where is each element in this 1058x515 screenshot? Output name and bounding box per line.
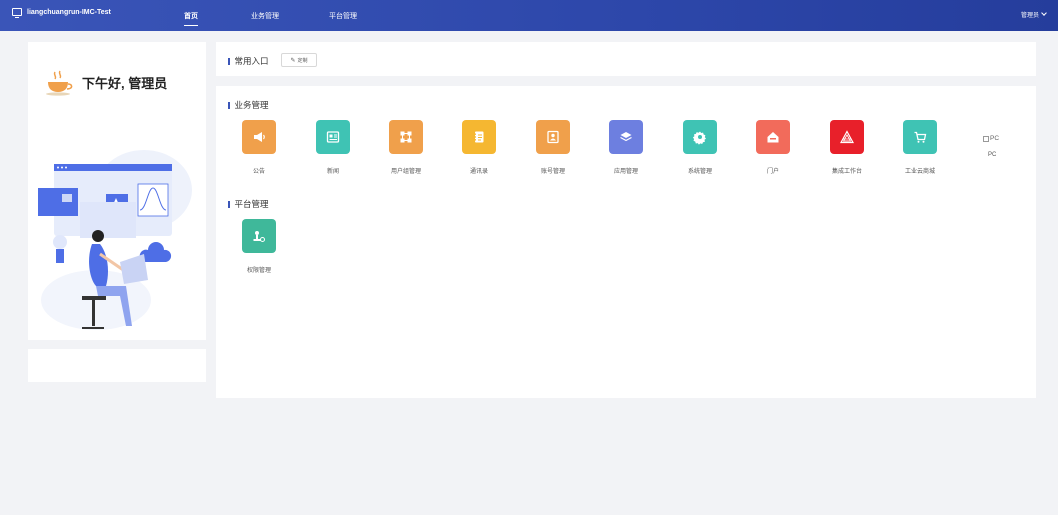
app-announcement[interactable]: 公告 — [231, 120, 287, 175]
pc-app-label: PC — [988, 152, 997, 158]
app-address-book[interactable]: 通讯录 — [451, 120, 507, 175]
user-menu[interactable]: 管理员 — [1020, 10, 1047, 19]
business-section-title: 业务管理 — [228, 99, 269, 111]
pc-app-broken-image[interactable]: PC — [983, 135, 999, 142]
app-user-group[interactable]: 用户组管理 — [378, 120, 434, 175]
customize-button[interactable]: ✎ 定制 — [281, 53, 317, 67]
user-group-icon — [389, 120, 423, 154]
app-application-management[interactable]: 应用管理 — [598, 120, 654, 175]
edit-icon: ✎ — [290, 57, 296, 64]
app-brand[interactable]: liangchuangrun-IMC-Test — [12, 8, 111, 18]
top-navigation-bar: liangchuangrun-IMC-Test 首页 业务管理 平台管理 管理员 — [0, 0, 1058, 31]
cart-icon — [903, 120, 937, 154]
user-name: 管理员 — [1020, 13, 1039, 19]
app-permission-management[interactable]: 权限管理 — [231, 219, 287, 274]
app-portal[interactable]: 门户 — [745, 120, 801, 175]
nav-platform-management[interactable]: 平台管理 — [329, 0, 357, 31]
gear-icon — [683, 120, 717, 154]
home-icon — [756, 120, 790, 154]
nav-business-management[interactable]: 业务管理 — [251, 0, 279, 31]
triangle-logo-icon — [830, 120, 864, 154]
app-industrial-cloud-mall[interactable]: 工业云商城 — [892, 120, 948, 175]
layers-icon — [609, 120, 643, 154]
account-icon — [536, 120, 570, 154]
workspace-illustration — [38, 150, 192, 330]
shortcuts-title: 常用入口 — [228, 55, 269, 67]
left-secondary-card — [28, 349, 206, 382]
app-news[interactable]: 新闻 — [305, 120, 361, 175]
app-integrated-workbench[interactable]: 集成工作台 — [819, 120, 875, 175]
permission-icon — [242, 219, 276, 253]
shortcuts-card — [216, 42, 1036, 76]
app-title: liangchuangrun-IMC-Test — [27, 8, 111, 16]
coffee-cup-icon — [46, 70, 74, 96]
app-account[interactable]: 账号管理 — [525, 120, 581, 175]
greeting-text: 下午好, 管理员 — [82, 76, 168, 91]
chevron-down-icon — [1041, 10, 1047, 16]
megaphone-icon — [242, 120, 276, 154]
app-system-management[interactable]: 系统管理 — [672, 120, 728, 175]
broken-image-icon — [983, 135, 989, 142]
nav-home[interactable]: 首页 — [184, 0, 198, 31]
platform-section-title: 平台管理 — [228, 198, 269, 210]
monitor-icon — [12, 8, 22, 18]
address-book-icon — [462, 120, 496, 154]
news-icon — [316, 120, 350, 154]
